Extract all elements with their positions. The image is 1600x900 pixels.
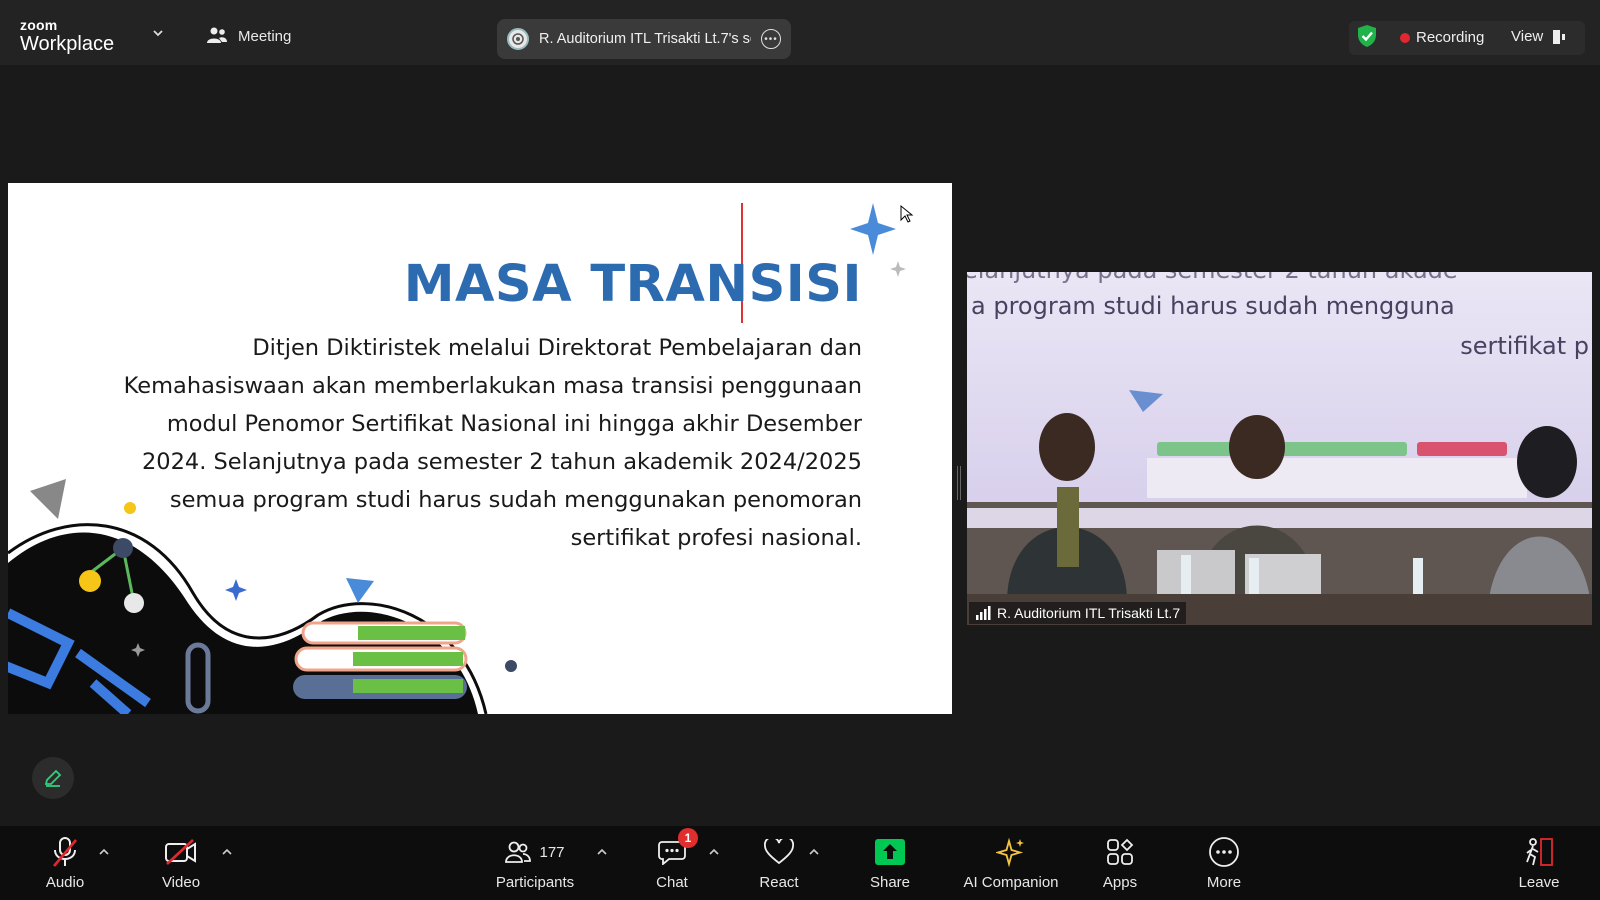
brand-bottom: Workplace <box>20 33 115 55</box>
participants-options-caret-icon[interactable] <box>596 848 608 856</box>
heart-icon <box>764 839 794 865</box>
chat-options-caret-icon[interactable] <box>708 848 720 856</box>
share-title: R. Auditorium ITL Trisakti Lt.7's sc <box>539 31 751 47</box>
react-options-caret-icon[interactable] <box>808 848 820 856</box>
books-icon <box>293 621 468 699</box>
video-options-caret-icon[interactable] <box>221 848 233 856</box>
more-button[interactable]: More <box>1174 834 1274 891</box>
shared-screen-slide[interactable]: MASA TRANSISI Ditjen Diktiristek melalui… <box>8 183 952 714</box>
avatar <box>507 28 529 50</box>
recording-label: Recording <box>1416 29 1485 46</box>
audio-label: Audio <box>45 874 85 891</box>
annotate-button[interactable] <box>32 757 74 799</box>
participants-label: Participants <box>495 874 575 891</box>
video-screen-text-1: a program studi harus sudah mengguna <box>971 292 1455 320</box>
share-button[interactable]: Share <box>840 834 940 891</box>
chat-unread-badge: 1 <box>678 828 698 848</box>
slide-line: semua program studi harus sudah mengguna… <box>169 487 862 513</box>
recording-status[interactable]: Recording <box>1400 29 1484 46</box>
video-frame: elanjutnya pada semester 2 tahun akade a… <box>967 272 1592 625</box>
audio-button[interactable]: Audio <box>15 834 115 891</box>
slide-line: 2024. Selanjutnya pada semester 2 tahun … <box>141 449 862 475</box>
app-logo: zoom Workplace <box>20 18 114 54</box>
more-label: More <box>1206 874 1242 891</box>
brand-top: zoom <box>20 17 58 33</box>
view-button[interactable]: View <box>1511 28 1567 45</box>
slide-title: MASA TRANSISI <box>403 255 862 314</box>
meeting-label: Meeting <box>238 27 292 45</box>
slide-line: sertifikat profesi nasional. <box>570 525 862 551</box>
chat-button[interactable]: 1 Chat <box>622 828 722 891</box>
participants-count: 177 <box>539 843 565 861</box>
video-camera-off-icon <box>165 839 196 865</box>
participant-video[interactable]: elanjutnya pada semester 2 tahun akade a… <box>967 272 1592 625</box>
video-screen-text-2: sertifikat p <box>1460 332 1589 360</box>
svg-text:elanjutnya pada semester 2 tah: elanjutnya pada semester 2 tahun akade <box>967 272 1458 284</box>
share-screen-icon <box>875 839 905 865</box>
apps-button[interactable]: Apps <box>1070 834 1170 891</box>
signal-icon <box>976 606 991 620</box>
leave-label: Leave <box>1518 874 1560 891</box>
view-layout-icon <box>1553 29 1566 44</box>
more-dots-icon <box>1209 837 1239 867</box>
slide-line: modul Penomor Sertifikat Nasional ini hi… <box>166 411 862 437</box>
apps-grid-icon <box>1107 838 1134 865</box>
leave-door-icon <box>1526 838 1553 866</box>
leave-button[interactable]: Leave <box>1489 834 1589 891</box>
slide-body: Ditjen Diktiristek melalui Direktorat Pe… <box>122 329 862 557</box>
meeting-menu-button[interactable]: Meeting <box>206 26 291 46</box>
slide-line: Kemahasiswaan akan memberlakukan masa tr… <box>123 373 862 399</box>
ai-companion-button[interactable]: AI Companion <box>951 834 1071 891</box>
participants-icon <box>505 841 532 863</box>
camera-lens-icon <box>512 33 524 45</box>
view-label: View <box>1511 28 1544 45</box>
chevron-down-icon[interactable] <box>152 28 164 38</box>
sparkle-icon <box>996 837 1024 867</box>
chat-label: Chat <box>656 874 688 891</box>
pencil-icon <box>44 769 62 787</box>
audio-options-caret-icon[interactable] <box>98 848 110 856</box>
screen-share-indicator[interactable]: R. Auditorium ITL Trisakti Lt.7's sc ••• <box>497 19 791 59</box>
participant-name-tag: R. Auditorium ITL Trisakti Lt.7 <box>969 602 1187 624</box>
participants-button[interactable]: 177 Participants <box>485 834 585 891</box>
slide-line: Ditjen Diktiristek melalui Direktorat Pe… <box>252 335 862 361</box>
microphone-muted-icon <box>53 837 77 867</box>
apps-label: Apps <box>1102 874 1138 891</box>
video-label: Video <box>161 874 201 891</box>
more-options-icon[interactable]: ••• <box>761 29 781 49</box>
video-button[interactable]: Video <box>131 834 231 891</box>
share-label: Share <box>869 874 911 891</box>
participant-name: R. Auditorium ITL Trisakti Lt.7 <box>997 605 1181 621</box>
resize-handle[interactable] <box>957 466 961 500</box>
people-icon <box>207 27 227 43</box>
recording-dot-icon <box>1400 32 1410 43</box>
meeting-toolbar: Audio Video 177 Participants 1 Chat Reac… <box>0 826 1600 900</box>
react-button[interactable]: React <box>729 834 829 891</box>
shield-check-icon[interactable] <box>1356 24 1378 48</box>
ai-companion-label: AI Companion <box>963 874 1059 891</box>
react-label: React <box>759 874 799 891</box>
